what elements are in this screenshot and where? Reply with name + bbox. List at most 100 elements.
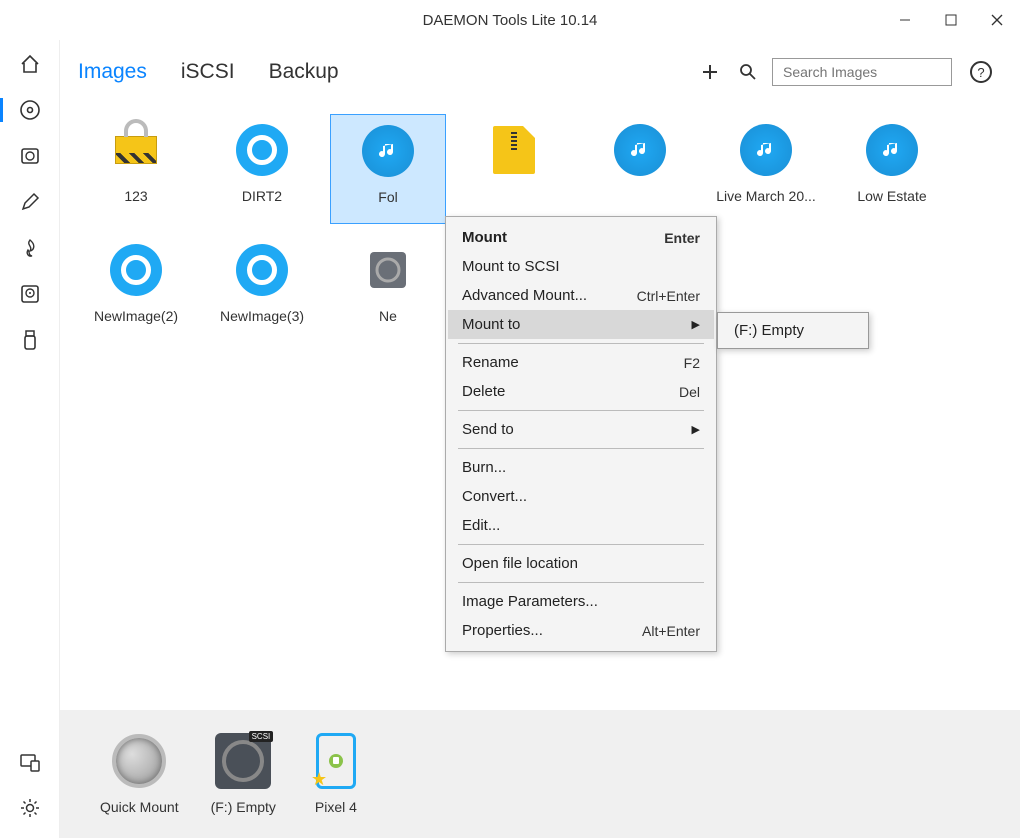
maximize-button[interactable]	[928, 0, 974, 40]
music-icon	[866, 124, 918, 176]
minimize-button[interactable]	[882, 0, 928, 40]
window-controls	[882, 0, 1020, 40]
menu-convert[interactable]: Convert...	[448, 482, 714, 511]
close-icon	[990, 13, 1004, 27]
help-button[interactable]: ?	[970, 61, 992, 83]
window-title: DAEMON Tools Lite 10.14	[423, 12, 598, 29]
menu-separator	[458, 410, 704, 411]
sidebar-home[interactable]	[16, 50, 44, 78]
menu-separator	[458, 343, 704, 344]
image-item[interactable]: 123	[78, 114, 194, 224]
drive-icon	[19, 145, 41, 167]
menu-separator	[458, 544, 704, 545]
context-menu: Mount Enter Mount to SCSI Advanced Mount…	[445, 216, 717, 652]
device-label: Pixel 4	[315, 799, 357, 815]
sidebar-editor[interactable]	[16, 188, 44, 216]
menu-rename[interactable]: Rename F2	[448, 348, 714, 377]
phone-icon: ★	[308, 733, 364, 789]
pencil-icon	[19, 191, 41, 213]
menu-mount-to[interactable]: Mount to ▶	[448, 310, 714, 339]
target-icon	[236, 124, 288, 176]
sidebar	[0, 40, 60, 838]
image-item[interactable]: NewImage(2)	[78, 234, 194, 344]
image-item-label: Fol	[378, 189, 397, 205]
image-item[interactable]: Low Estate	[834, 114, 950, 224]
menu-separator	[458, 582, 704, 583]
devices-icon	[19, 751, 41, 773]
image-item-label: NewImage(2)	[94, 308, 178, 324]
usb-icon	[19, 329, 41, 351]
devices-panel: Quick Mount SCSI (F:) Empty ★ Pixel 4	[60, 710, 1020, 838]
sidebar-notifications[interactable]	[16, 748, 44, 776]
submenu-drive-f[interactable]: (F:) Empty	[720, 317, 866, 344]
menu-advanced-mount[interactable]: Advanced Mount... Ctrl+Enter	[448, 281, 714, 310]
image-item-label: 123	[124, 188, 147, 204]
image-item[interactable]: NewImage(3)	[204, 234, 320, 344]
tab-backup[interactable]: Backup	[269, 60, 339, 84]
scsi-drive-icon: SCSI	[215, 733, 271, 789]
menu-properties[interactable]: Properties... Alt+Enter	[448, 616, 714, 645]
target-icon	[110, 244, 162, 296]
sidebar-settings[interactable]	[16, 794, 44, 822]
device-label: Quick Mount	[100, 799, 179, 815]
help-icon: ?	[977, 65, 984, 80]
flame-icon	[19, 237, 41, 259]
music-icon	[614, 124, 666, 176]
mount-to-submenu: (F:) Empty	[717, 312, 869, 349]
new-image-icon	[362, 244, 414, 296]
sidebar-images[interactable]	[16, 96, 44, 124]
minimize-icon	[899, 14, 911, 26]
target-icon	[236, 244, 288, 296]
menu-separator	[458, 448, 704, 449]
image-item[interactable]: Live March 20...	[708, 114, 824, 224]
music-icon	[362, 125, 414, 177]
search-input[interactable]	[772, 58, 952, 86]
music-icon	[740, 124, 792, 176]
image-item[interactable]	[582, 114, 698, 224]
image-item-label: Low Estate	[857, 188, 926, 204]
chevron-right-icon: ▶	[692, 318, 700, 331]
menu-burn[interactable]: Burn...	[448, 453, 714, 482]
menu-delete[interactable]: Delete Del	[448, 377, 714, 406]
image-item-label: NewImage(3)	[220, 308, 304, 324]
add-button[interactable]	[696, 58, 724, 86]
sidebar-disk[interactable]	[16, 280, 44, 308]
device-quick-mount[interactable]: Quick Mount	[100, 733, 179, 815]
menu-open-location[interactable]: Open file location	[448, 549, 714, 578]
menu-mount[interactable]: Mount Enter	[448, 223, 714, 252]
menu-edit[interactable]: Edit...	[448, 511, 714, 540]
menu-send-to[interactable]: Send to ▶	[448, 415, 714, 444]
search-icon	[739, 63, 757, 81]
image-item[interactable]: Ne	[330, 234, 446, 344]
titlebar: DAEMON Tools Lite 10.14	[0, 0, 1020, 40]
maximize-icon	[945, 14, 957, 26]
sidebar-usb[interactable]	[16, 326, 44, 354]
image-item[interactable]	[456, 114, 572, 224]
tab-iscsi[interactable]: iSCSI	[181, 60, 235, 84]
tabs: Images iSCSI Backup	[78, 60, 339, 84]
menu-mount-scsi[interactable]: Mount to SCSI	[448, 252, 714, 281]
close-button[interactable]	[974, 0, 1020, 40]
image-item[interactable]: Fol	[330, 114, 446, 224]
image-item[interactable]: DIRT2	[204, 114, 320, 224]
hdd-icon	[19, 283, 41, 305]
tab-images[interactable]: Images	[78, 60, 147, 84]
gear-icon	[19, 797, 41, 819]
image-item-label: Live March 20...	[716, 188, 816, 204]
sidebar-burn[interactable]	[16, 234, 44, 262]
main-area: Images iSCSI Backup ? 123 DIR	[60, 40, 1020, 838]
device-phone[interactable]: ★ Pixel 4	[308, 733, 364, 815]
lock-icon	[110, 124, 162, 176]
device-label: (F:) Empty	[211, 799, 276, 815]
image-item-label: Ne	[379, 308, 397, 324]
device-scsi-drive[interactable]: SCSI (F:) Empty	[211, 733, 276, 815]
zip-icon	[488, 124, 540, 176]
menu-image-params[interactable]: Image Parameters...	[448, 587, 714, 616]
image-item-label: DIRT2	[242, 188, 282, 204]
toolbar: Images iSCSI Backup ?	[60, 40, 1020, 104]
quick-mount-icon	[111, 733, 167, 789]
sidebar-drives[interactable]	[16, 142, 44, 170]
plus-icon	[701, 63, 719, 81]
home-icon	[19, 53, 41, 75]
search-button[interactable]	[734, 58, 762, 86]
